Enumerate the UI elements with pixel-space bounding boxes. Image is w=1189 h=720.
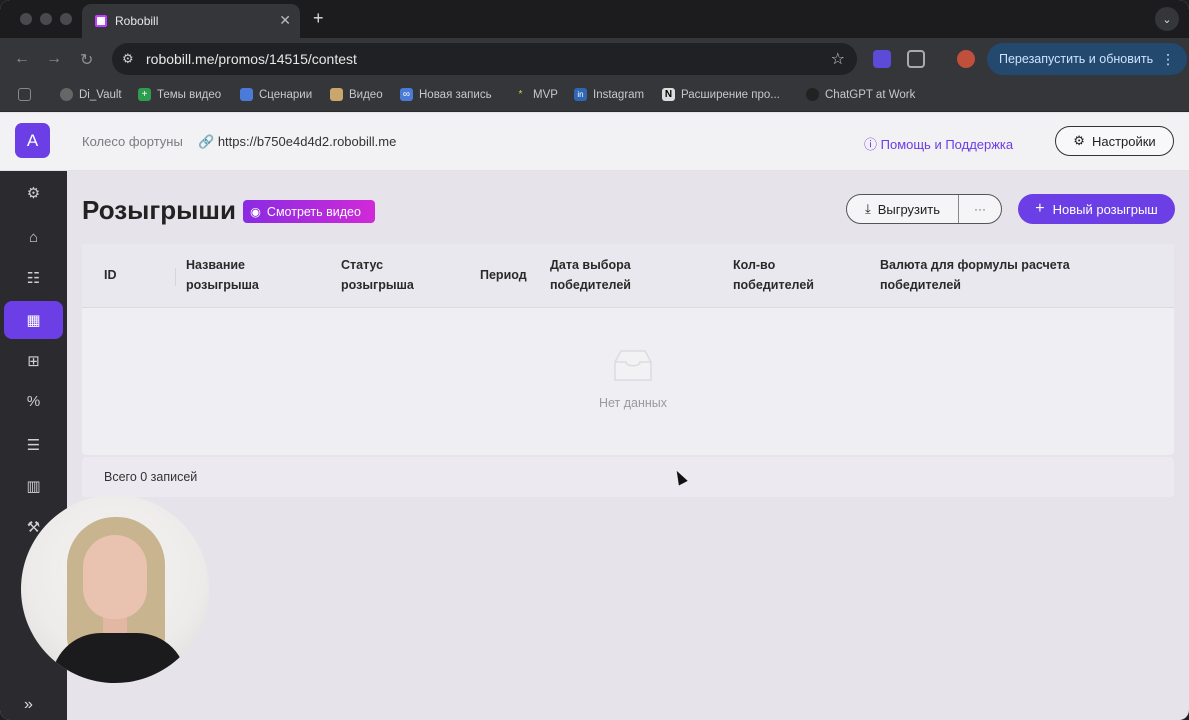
plus-icon: + [1035,200,1045,217]
page-title: Розыгрыши [82,195,236,225]
contests-table: ID Название розыгрыша Статус розыгрыша П… [82,244,1174,455]
bookmarks-bar: Di_Vault + Темы видео Сценарии Видео ∞ Нов… [0,80,1189,112]
notion-icon: N [662,88,675,101]
chatgpt-icon [806,88,819,101]
bookmark-item[interactable]: + Темы видео [138,88,221,101]
extension-icon[interactable] [873,50,891,68]
reload-icon[interactable]: ↻ [80,50,93,70]
tab-search-icon[interactable]: ⌄ [1155,7,1179,31]
expand-sidebar-icon[interactable]: » [24,696,33,714]
export-button[interactable]: ⤓ Выгрузить [847,195,959,223]
breadcrumb[interactable]: Колесо фортуны [82,134,183,149]
bookmark-item[interactable]: ChatGPT at Work [806,88,915,101]
tab-title: Robobill [115,14,159,28]
column-divider [175,268,176,286]
maximize-window-button[interactable] [60,13,72,25]
bookmark-item[interactable]: in Instagram [574,88,644,101]
sidebar-item-gifts[interactable]: ⊞ [4,342,63,380]
project-link[interactable]: 🔗 https://b750e4d4d2.robobill.me [198,134,396,150]
forward-icon[interactable]: → [46,50,62,68]
bookmark-item[interactable]: Видео [330,88,383,101]
browser-window: Robobill ✕ + ⌄ ← → ↻ ⚙ robobill.me/promo… [0,0,1189,720]
linkedin-icon: in [574,88,587,101]
window-controls[interactable] [20,13,72,25]
site-info-icon[interactable]: ⚙ [122,51,138,67]
empty-state-text: Нет данных [598,396,668,410]
table-header: ID Название розыгрыша Статус розыгрыша П… [82,244,1174,308]
link-icon: 🔗 [198,134,218,149]
column-header-currency[interactable]: Валюта для формулы расчета победителей [880,255,1080,295]
restart-label: Перезапустить и обновить [999,52,1154,66]
sidebar-item-lists[interactable]: ☰ [4,426,63,464]
column-header-winners-date[interactable]: Дата выбора победителей [550,255,680,295]
extensions-puzzle-icon[interactable] [907,50,925,68]
settings-button[interactable]: ⚙ Настройки [1055,126,1174,156]
globe-icon [60,88,73,101]
close-tab-icon[interactable]: ✕ [279,12,291,29]
restart-update-button[interactable]: Перезапустить и обновить ⋮ [987,43,1187,75]
sidebar-item-discounts[interactable]: % [4,382,63,420]
new-contest-button[interactable]: + Новый розыгрыш [1018,194,1175,224]
column-header-period[interactable]: Период [480,265,527,285]
sidebar-item-analytics[interactable]: ▥ [4,467,63,505]
sidebar-item-settings[interactable]: ⚙ [4,174,63,212]
tab-bar: Robobill ✕ + ⌄ [0,0,1189,38]
table-footer: Всего 0 записей [82,457,1174,497]
download-icon: ⤓ [864,201,871,216]
browser-tab[interactable]: Robobill ✕ [82,4,300,38]
column-header-id[interactable]: ID [104,265,117,285]
workspace-avatar[interactable]: A [15,123,50,158]
minimize-window-button[interactable] [40,13,52,25]
bookmark-item[interactable]: N Расширение про... [662,88,780,101]
sidebar-item-home[interactable]: ⌂ [4,218,63,256]
webcam-overlay [21,495,209,683]
sidebar-item-contests[interactable]: ▦ [4,301,63,339]
star-icon: * [518,89,523,100]
sliders-icon: ☷ [26,270,41,287]
bookmark-icon [330,88,343,101]
docs-icon [240,88,253,101]
bookmark-star-icon[interactable]: ☆ [831,49,845,69]
help-support-link[interactable]: ⓘ Помощь и Поддержка [864,134,1013,153]
close-window-button[interactable] [20,13,32,25]
presenter-face [83,535,147,619]
bookmark-item[interactable]: ∞ Новая запись [400,88,492,101]
chart-icon: ▥ [26,478,41,495]
sidebar-item-controls[interactable]: ☷ [4,259,63,297]
empty-inbox-icon [614,350,652,381]
column-header-name[interactable]: Название розыгрыша [186,255,296,295]
gift-icon: ⊞ [27,353,40,370]
gear-icon: ⚙ [26,185,41,202]
column-header-status[interactable]: Статус розыгрыша [341,255,441,295]
sheets-icon: + [138,88,151,101]
apps-grid-icon[interactable] [18,88,37,101]
browser-toolbar: ← → ↻ ⚙ robobill.me/promos/14515/contest… [0,38,1189,80]
robobill-favicon-icon [95,15,107,27]
bookmark-item[interactable]: Сценарии [240,88,312,101]
url-text[interactable]: robobill.me/promos/14515/contest [146,51,357,67]
total-records: Всего 0 записей [104,470,198,484]
new-tab-icon[interactable]: + [313,8,324,29]
profile-avatar-icon[interactable] [957,50,975,68]
export-button-group: ⤓ Выгрузить ··· [846,194,1002,224]
address-bar[interactable]: ⚙ robobill.me/promos/14515/contest ☆ [112,43,857,75]
question-icon: ⓘ [864,137,881,152]
gear-icon: ⚙ [1073,133,1085,148]
bookmark-item[interactable]: Di_Vault [60,88,122,101]
home-icon: ⌂ [28,228,39,246]
app-header: A Колесо фортуны 🔗 https://b750e4d4d2.ro… [0,113,1189,171]
loom-icon: ∞ [400,88,413,101]
bookmark-item[interactable]: * MVP [514,88,558,101]
kebab-menu-icon: ⋮ [1161,50,1176,67]
more-options-button[interactable]: ··· [959,195,1001,223]
column-header-winners-count[interactable]: Кол-во победителей [733,255,843,295]
percent-icon: % [26,392,41,410]
play-icon: ◉ [250,205,261,219]
back-icon[interactable]: ← [14,50,30,68]
calendar-icon: ▦ [26,312,41,329]
list-icon: ☰ [26,437,41,454]
watch-video-button[interactable]: ◉ Смотреть видео [243,200,375,223]
